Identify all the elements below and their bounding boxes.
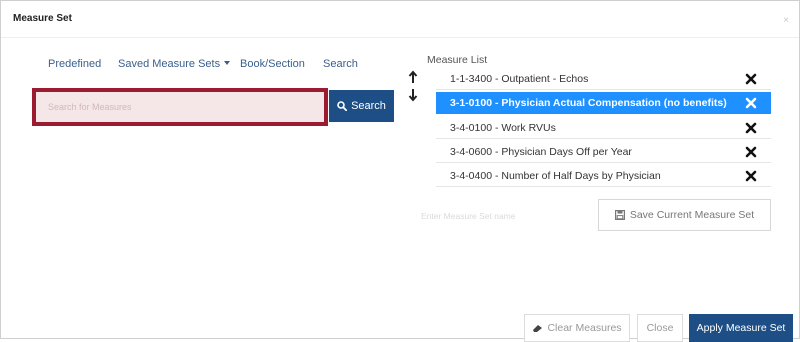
title-divider (1, 37, 799, 38)
remove-icon[interactable] (745, 146, 757, 158)
tab-saved-measure-sets[interactable]: Saved Measure Sets (118, 58, 231, 70)
arrow-up-icon[interactable] (408, 70, 418, 84)
measure-item-label: 3-4-0100 - Work RVUs (450, 121, 556, 134)
tab-saved-measure-sets-label: Saved Measure Sets (118, 58, 221, 70)
measure-list-item[interactable]: 3-4-0600 - Physician Days Off per Year (436, 141, 771, 163)
modal-title: Measure Set (13, 13, 72, 24)
tab-search[interactable]: Search (323, 58, 358, 70)
search-button-label: Search (351, 100, 386, 112)
remove-icon[interactable] (745, 73, 757, 85)
measure-item-label: 3-4-0400 - Number of Half Days by Physic… (450, 169, 661, 182)
measure-set-modal: Measure Set × Predefined Saved Measure S… (0, 0, 800, 342)
measure-list-item[interactable]: 3-4-0100 - Work RVUs (436, 117, 771, 139)
clear-measures-button[interactable]: Clear Measures (524, 314, 630, 342)
remove-icon[interactable] (745, 122, 757, 134)
measure-list-item-selected[interactable]: 3-1-0100 - Physician Actual Compensation… (436, 92, 771, 114)
measure-item-label: 3-1-0100 - Physician Actual Compensation… (450, 96, 727, 109)
caret-down-icon (224, 61, 231, 65)
measure-item-label: 3-4-0600 - Physician Days Off per Year (450, 145, 632, 158)
save-icon (614, 210, 625, 220)
save-measure-set-button[interactable]: Save Current Measure Set (598, 199, 771, 231)
measure-item-label: 1-1-3400 - Outpatient - Echos (450, 72, 589, 85)
close-icon[interactable]: × (783, 15, 789, 26)
search-input[interactable] (36, 92, 324, 122)
remove-icon[interactable] (745, 170, 757, 182)
arrow-down-icon[interactable] (408, 88, 418, 102)
measure-set-name-input[interactable] (421, 206, 591, 226)
close-button[interactable]: Close (637, 314, 683, 342)
tab-book-section[interactable]: Book/Section (240, 58, 305, 70)
measure-list-title: Measure List (427, 54, 488, 66)
eraser-icon (533, 324, 543, 332)
save-button-label: Save Current Measure Set (629, 209, 755, 221)
measure-list-item[interactable]: 3-4-0400 - Number of Half Days by Physic… (436, 165, 771, 187)
remove-icon[interactable] (745, 97, 757, 109)
tab-predefined[interactable]: Predefined (48, 58, 101, 70)
search-icon (337, 101, 348, 111)
search-button[interactable]: Search (329, 90, 394, 122)
apply-measure-set-button[interactable]: Apply Measure Set (689, 314, 793, 342)
search-input-wrapper (32, 88, 328, 126)
clear-button-label: Clear Measures (547, 322, 622, 334)
measure-list-item[interactable]: 1-1-3400 - Outpatient - Echos (436, 68, 771, 90)
